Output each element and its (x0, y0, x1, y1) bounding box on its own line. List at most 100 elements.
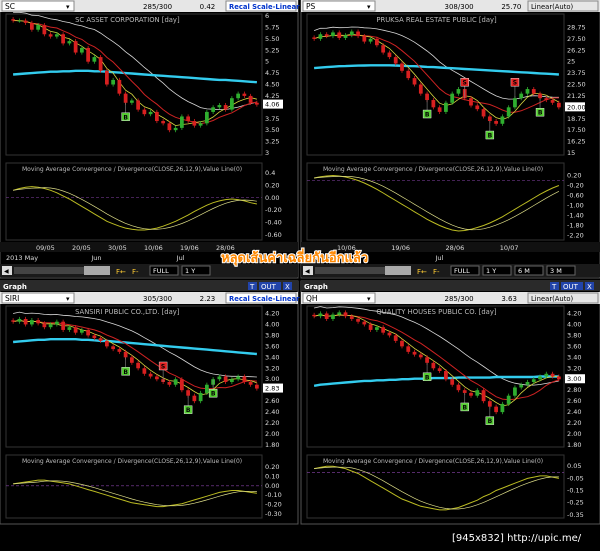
scale-label[interactable]: Linear(Auto) (531, 295, 574, 303)
candle-body (556, 376, 561, 380)
chevron-down-icon[interactable]: ▾ (367, 3, 371, 11)
zoom-out-icon[interactable]: F- (433, 268, 440, 276)
candle-body (500, 403, 505, 413)
price-tick: 5 (265, 58, 269, 66)
macd-label: Moving Average Convergence / Divergence(… (22, 166, 242, 173)
price-tick-current: 20.00 (567, 103, 586, 111)
candle-body (186, 390, 190, 396)
price-tick-current: 4.06 (265, 101, 279, 109)
candle-body (437, 107, 442, 112)
macd-tick: -0.20 (265, 206, 282, 214)
price-tick: 23.75 (567, 69, 586, 77)
scrollbar-track[interactable] (14, 267, 84, 274)
candle-body (67, 41, 72, 44)
graph-title: Graph (304, 283, 328, 291)
arrow-left-icon[interactable]: ◀ (305, 268, 310, 275)
macd-label: Moving Average Convergence / Divergence(… (22, 458, 242, 465)
range-button-label[interactable]: FULL (454, 267, 470, 275)
graph-out-label[interactable]: OUT (563, 283, 579, 291)
graph-t-label[interactable]: T (249, 283, 255, 291)
zoom-in-icon[interactable]: F← (417, 268, 427, 276)
chevron-down-icon[interactable]: ▾ (66, 295, 70, 303)
candle-body (356, 31, 360, 37)
range-button-label[interactable]: 3 M (550, 267, 562, 275)
price-tick: 3.40 (567, 353, 581, 361)
candle-body (349, 31, 354, 36)
candle-body (111, 79, 115, 85)
last-value: 3.63 (501, 295, 517, 303)
macd-tick: 0.4 (265, 169, 275, 177)
candle-body (148, 111, 153, 115)
graph-t-label[interactable]: T (551, 283, 557, 291)
arrow-left-icon[interactable]: ◀ (4, 268, 9, 275)
zoom-in-icon[interactable]: F← (116, 268, 126, 276)
candle-body (123, 93, 128, 103)
scrollbar-thumb[interactable] (84, 266, 110, 275)
symbol-value[interactable]: QH (306, 294, 318, 303)
macd-label: Moving Average Convergence / Divergence(… (323, 166, 543, 173)
symbol-value[interactable]: SC (5, 2, 15, 11)
candle-body (55, 321, 59, 325)
buy-marker-label: B (186, 407, 191, 414)
price-tick: 4.00 (567, 320, 581, 328)
zoom-out-icon[interactable]: F- (132, 268, 139, 276)
candle-body (155, 111, 159, 122)
graph-out-label[interactable]: OUT (261, 283, 277, 291)
candle-body (525, 381, 530, 385)
close-icon[interactable]: X (285, 283, 290, 291)
range-button-label[interactable]: 1 Y (486, 267, 496, 275)
candle-body (368, 38, 373, 42)
scrollbar-thumb[interactable] (385, 266, 411, 275)
candle-body (117, 349, 122, 352)
price-tick: 3.60 (567, 342, 581, 350)
macd-tick: -1.80 (567, 222, 584, 230)
price-tick: 1.80 (567, 441, 581, 449)
price-tick: 3.75 (265, 115, 279, 123)
candle-body (450, 379, 455, 385)
candle-body (42, 323, 47, 328)
chart-title: PRUKSA REAL ESTATE PUBLIC [day] (376, 16, 497, 24)
scale-label[interactable]: Recal Scale-Linear (229, 295, 300, 303)
bar-count: 308/300 (445, 3, 474, 11)
candle-body (17, 318, 22, 322)
macd-tick: -0.15 (567, 487, 584, 495)
range-button-label[interactable]: FULL (153, 267, 169, 275)
price-tick: 5.50 (265, 35, 279, 43)
candle-body (36, 25, 40, 30)
candle-body (48, 34, 53, 37)
chart-panel-sc: SC ▾ 285/300 0.42 Recal Scale-Linear SC ASSET… (0, 0, 300, 279)
price-tick-current: 2.83 (265, 385, 279, 393)
candle-body (205, 384, 209, 393)
macd-tick: 0.20 (265, 181, 279, 189)
macd-tick: -0.35 (567, 511, 584, 519)
candle-body (406, 70, 411, 79)
candle-body (393, 57, 398, 64)
candle-body (387, 52, 392, 58)
candle-body (462, 390, 467, 393)
candle-body (531, 379, 536, 382)
range-button-label[interactable]: 1 Y (185, 267, 195, 275)
candle-body (92, 57, 97, 62)
candle-body (469, 98, 473, 106)
macd-tick: -0.05 (567, 474, 584, 482)
sell-marker-label: S (463, 80, 467, 87)
price-tick: 3.25 (265, 138, 279, 146)
chevron-down-icon[interactable]: ▾ (367, 295, 371, 303)
range-button-label[interactable]: 6 M (518, 267, 530, 275)
chevron-down-icon[interactable]: ▾ (66, 3, 70, 11)
candle-body (217, 105, 222, 108)
candle-body (475, 390, 480, 396)
candle-body (481, 390, 486, 402)
symbol-value[interactable]: SIRI (5, 294, 19, 303)
candle-body (86, 47, 90, 62)
candle-body (255, 384, 259, 389)
candle-body (506, 395, 511, 404)
close-icon[interactable]: X (587, 283, 592, 291)
symbol-value[interactable]: PS (306, 2, 316, 11)
chart-workspace: SC ▾ 285/300 0.42 Recal Scale-Linear SC ASSET… (0, 0, 600, 547)
candle-body (217, 376, 222, 380)
scrollbar-track[interactable] (315, 267, 385, 274)
scale-label[interactable]: Linear(Auto) (531, 3, 574, 11)
scale-label[interactable]: Recal Scale-Linear (229, 3, 300, 11)
chart-title: SANSIRI PUBLIC CO.,LTD. [day] (75, 308, 180, 316)
